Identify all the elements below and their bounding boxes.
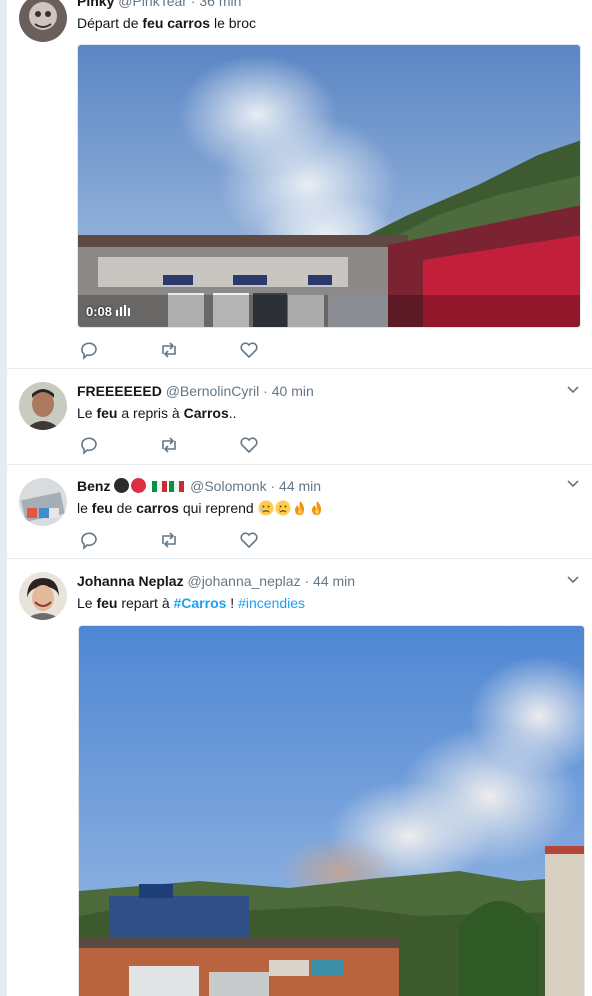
separator: · [304,573,310,589]
display-name[interactable]: Benz [77,478,110,494]
highlight-term: feu [96,595,118,611]
display-name[interactable]: Pinky [77,0,114,9]
heart-icon[interactable] [239,435,259,455]
avatar[interactable] [19,478,67,526]
retweet-icon[interactable] [159,435,179,455]
crying-face-icon [275,500,291,516]
display-name[interactable]: FREEEEEED [77,383,162,399]
italy-flag-icon [169,478,185,492]
video-duration: 0:08 [86,304,130,319]
text-part: Le [77,595,97,611]
tweet-text: Le feu a repris à Carros.. [77,404,237,422]
chevron-down-icon[interactable] [567,383,579,395]
avatar[interactable] [19,382,67,430]
photo-image [79,626,584,996]
timestamp[interactable]: 44 min [313,573,355,589]
username[interactable]: @BernolinCyril [166,383,260,399]
tweet-text: le feu de carros qui reprend [77,499,326,517]
heart-icon[interactable] [239,340,259,360]
tweet-header: Johanna Neplaz @johanna_neplaz · 44 min [77,572,355,590]
tweet-text: Le feu repart à #Carros ! #incendies [77,594,305,612]
tweet[interactable]: FREEEEEED @BernolinCyril · 40 min Le feu… [7,369,592,465]
chevron-down-icon[interactable] [567,477,579,489]
separator: · [270,478,276,494]
tweet-actions [79,530,279,550]
text-part: le broc [210,15,256,31]
highlight-term: carros [136,500,179,516]
text-part: qui reprend [178,500,258,516]
heart-icon[interactable] [239,530,259,550]
highlight-term: Carros [183,405,229,421]
text-part: de [112,500,137,516]
text-part: repart à [117,595,174,611]
hashtag-link[interactable]: #Carros [174,595,227,611]
text-part: le [77,500,92,516]
timestamp[interactable]: 36 min [199,0,241,9]
text-part: ! [226,595,239,611]
reply-icon[interactable] [79,435,99,455]
tweet-text: Départ de feu carros le broc [77,14,256,32]
hashtag-link[interactable]: #incendies [238,595,305,611]
display-name[interactable]: Johanna Neplaz [77,573,184,589]
separator: · [263,383,268,399]
tweet-actions [79,340,279,360]
text-part: .. [228,405,237,421]
tweet[interactable]: Pinky @PinkTear · 36 min Départ de feu c… [7,0,592,369]
avatar[interactable] [19,572,67,620]
duration-label: 0:08 [86,304,113,319]
timestamp[interactable]: 44 min [279,478,321,494]
username[interactable]: @Solomonk [190,478,266,494]
tweet-header: Pinky @PinkTear · 36 min [77,0,241,10]
chevron-down-icon[interactable] [567,573,579,585]
volume-icon [115,305,130,316]
highlight-term: feu [96,405,118,421]
text-part: Le [77,405,97,421]
black-circle-icon [114,478,130,493]
tweet-photo[interactable] [78,625,585,996]
fire-icon [311,501,321,515]
video-player[interactable]: 0:08 [77,44,581,328]
tweet-header: Benz @Solomonk · 44 min [77,477,321,495]
retweet-icon[interactable] [159,530,179,550]
italy-flag-icon [152,478,168,492]
username[interactable]: @johanna_neplaz [187,573,300,589]
retweet-icon[interactable] [159,340,179,360]
tweet[interactable]: Benz @Solomonk · 44 min le feu de carros… [7,465,592,559]
tweet-actions [79,435,279,455]
timestamp[interactable]: 40 min [272,383,314,399]
separator: · [190,0,196,9]
timeline: Pinky @PinkTear · 36 min Départ de feu c… [6,0,592,996]
highlight-term: feu [91,500,113,516]
highlight-term: feu carros [142,15,211,31]
crying-face-icon [258,500,274,516]
reply-icon[interactable] [79,340,99,360]
tweet[interactable]: Johanna Neplaz @johanna_neplaz · 44 min … [7,559,592,996]
video-thumbnail [78,45,580,327]
tweet-header: FREEEEEED @BernolinCyril · 40 min [77,382,314,400]
username[interactable]: @PinkTear [118,0,187,9]
red-circle-icon [131,478,147,493]
avatar[interactable] [19,0,67,42]
reply-icon[interactable] [79,530,99,550]
text-part: a repris à [117,405,184,421]
fire-icon [294,501,304,515]
text-part: Départ de [77,15,143,31]
